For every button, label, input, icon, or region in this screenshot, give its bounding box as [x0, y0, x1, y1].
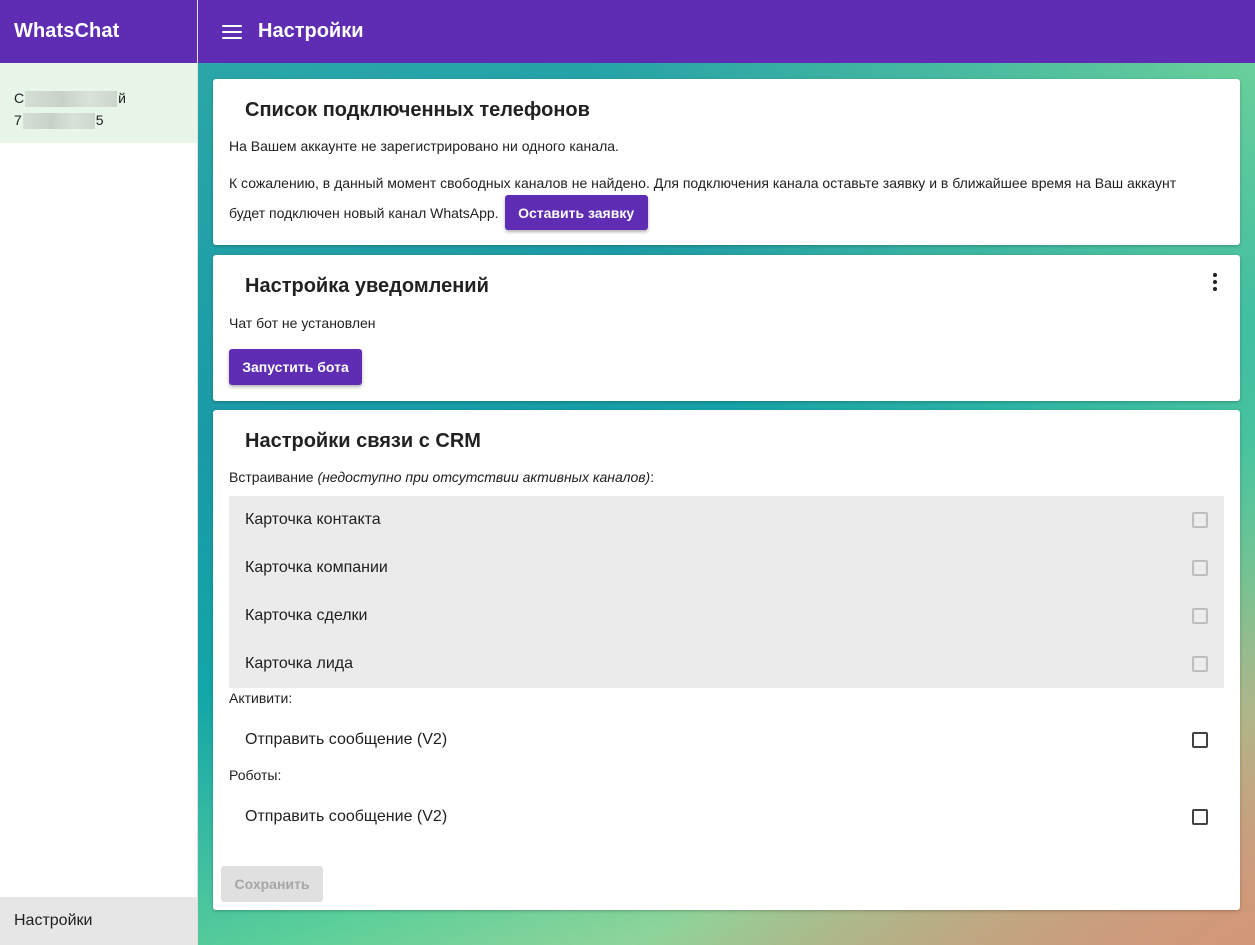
sidebar: WhatsChat Сй 75 Настройки [0, 0, 198, 945]
request-channel-button[interactable]: Оставить заявку [504, 195, 648, 230]
sidebar-header: WhatsChat [0, 0, 197, 63]
embed-label-text: Встраивание [229, 469, 318, 485]
embed-note: (недоступно при отсутствии активных кана… [317, 469, 651, 485]
embed-option-contact: Карточка контакта [229, 496, 1224, 544]
option-label: Карточка компании [245, 559, 388, 576]
checkbox[interactable] [1192, 809, 1208, 825]
account-phone: 75 [14, 109, 197, 131]
option-label: Карточка сделки [245, 607, 368, 624]
checkbox[interactable] [1192, 608, 1208, 624]
embed-label: Встраивание (недоступно при отсутствии а… [229, 469, 654, 485]
redacted-phone-blur [22, 113, 95, 130]
sidebar-item-settings[interactable]: Настройки [0, 897, 197, 945]
more-vert-icon[interactable] [1210, 273, 1220, 291]
save-button[interactable]: Сохранить [221, 866, 323, 902]
checkbox[interactable] [1192, 512, 1208, 528]
embed-option-lead: Карточка лида [229, 640, 1224, 688]
account-phone-start: 7 [14, 112, 22, 128]
main-content: Список подключенных телефонов На Вашем а… [198, 63, 1255, 945]
activity-label: Активити: [229, 690, 293, 706]
notifications-card: Настройка уведомлений Чат бот не установ… [213, 255, 1240, 401]
embed-options-disabled: Карточка контакта Карточка компании Карт… [229, 496, 1224, 688]
option-label: Отправить сообщение (V2) [245, 731, 448, 748]
menu-icon[interactable] [222, 24, 242, 39]
new-channel-text: будет подключен новый канал WhatsApp. [229, 204, 499, 221]
sidebar-item-label: Настройки [14, 912, 93, 929]
checkbox[interactable] [1192, 732, 1208, 748]
activity-option-send-message[interactable]: Отправить сообщение (V2) [229, 716, 1224, 764]
checkbox[interactable] [1192, 656, 1208, 672]
option-label: Карточка лида [245, 655, 353, 672]
bot-status-text: Чат бот не установлен [229, 315, 376, 331]
account-name-start: С [14, 90, 25, 106]
account-phone-end: 5 [95, 112, 104, 128]
card-title: Настройки связи с CRM [245, 430, 481, 452]
no-free-channels-text: К сожалению, в данный момент свободных к… [229, 175, 1177, 191]
option-label: Карточка контакта [245, 511, 381, 528]
robots-label: Роботы: [229, 767, 282, 783]
new-channel-line: будет подключен новый канал WhatsApp. Ос… [229, 195, 648, 230]
redacted-name-blur [25, 91, 118, 108]
checkbox[interactable] [1192, 560, 1208, 576]
top-app-bar: Настройки [198, 0, 1255, 63]
brand-logo-text: WhatsChat [14, 20, 120, 42]
launch-bot-button[interactable]: Запустить бота [229, 349, 362, 385]
embed-option-company: Карточка компании [229, 544, 1224, 592]
embed-colon: : [650, 469, 655, 485]
no-channels-text: На Вашем аккаунте не зарегистрировано ни… [229, 138, 619, 154]
card-title: Список подключенных телефонов [245, 99, 590, 121]
embed-option-deal: Карточка сделки [229, 592, 1224, 640]
crm-settings-card: Настройки связи с CRM Встраивание (недос… [213, 410, 1240, 910]
option-label: Отправить сообщение (V2) [245, 808, 448, 825]
robots-option-send-message[interactable]: Отправить сообщение (V2) [229, 793, 1224, 841]
account-name: Сй [14, 87, 197, 109]
card-title: Настройка уведомлений [245, 275, 489, 297]
account-name-end: й [118, 90, 126, 106]
connected-phones-card: Список подключенных телефонов На Вашем а… [213, 79, 1240, 245]
sidebar-account-item[interactable]: Сй 75 [0, 63, 197, 143]
page-title: Настройки [258, 20, 364, 42]
